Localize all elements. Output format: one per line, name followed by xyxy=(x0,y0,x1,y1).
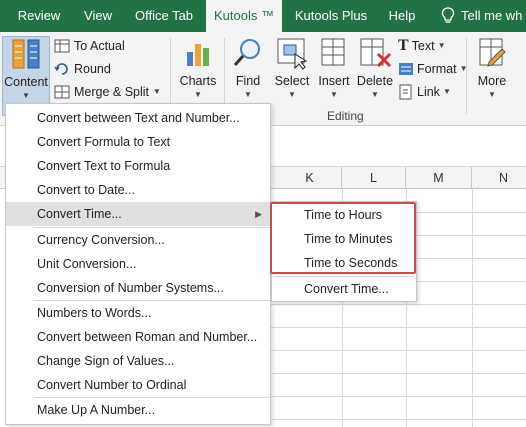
grid-line xyxy=(270,304,526,305)
select-icon xyxy=(277,38,308,70)
chevron-down-icon: ▼ xyxy=(153,87,161,96)
tell-me-search[interactable]: Tell me wh xyxy=(441,0,522,32)
delete-button[interactable]: Delete ▼ xyxy=(355,36,395,116)
chevron-down-icon: ▼ xyxy=(437,41,446,50)
menu-item-convert-to-date[interactable]: Convert to Date... xyxy=(6,178,270,202)
menu-item-currency-conversion[interactable]: Currency Conversion... xyxy=(6,228,270,252)
format-label: Format xyxy=(417,62,457,76)
grid-line xyxy=(270,350,526,351)
merge-split-label: Merge & Split xyxy=(74,85,150,99)
ribbon-tab-bar: Review View Office Tab Kutools ™ Kutools… xyxy=(0,0,526,32)
text-icon: T xyxy=(398,37,409,54)
menu-item-convert-text-to-formula[interactable]: Convert Text to Formula xyxy=(6,154,270,178)
menu-item-convert-text-number[interactable]: Convert between Text and Number... xyxy=(6,106,270,130)
column-header-m[interactable]: M xyxy=(406,167,472,189)
grid-line xyxy=(270,396,526,397)
insert-label: Insert xyxy=(318,74,350,88)
format-button[interactable]: Format ▼ xyxy=(398,59,468,79)
chevron-down-icon: ▼ xyxy=(330,90,338,99)
ribbon-separator xyxy=(466,38,467,114)
tab-kutools-plus[interactable]: Kutools Plus xyxy=(286,0,376,32)
more-label: More xyxy=(477,74,507,88)
column-header-k[interactable]: K xyxy=(278,167,342,189)
to-actual-button[interactable]: To Actual xyxy=(54,36,125,56)
select-button[interactable]: Select ▼ xyxy=(272,36,312,116)
submenu-item-convert-time[interactable]: Convert Time... xyxy=(272,277,416,301)
content-icon xyxy=(12,39,40,69)
menu-item-roman-number[interactable]: Convert between Roman and Number... xyxy=(6,325,270,349)
column-header-n[interactable]: N xyxy=(472,167,526,189)
magnifier-icon xyxy=(233,39,260,66)
tab-office-tab[interactable]: Office Tab xyxy=(124,0,204,32)
grid-line xyxy=(270,373,526,374)
more-button[interactable]: More ▼ xyxy=(472,36,512,116)
merge-split-icon xyxy=(54,85,70,99)
menu-item-change-sign[interactable]: Change Sign of Values... xyxy=(6,349,270,373)
format-icon xyxy=(399,63,413,75)
charts-icon xyxy=(187,44,209,66)
round-icon xyxy=(54,63,68,75)
find-label: Find xyxy=(235,74,261,88)
chevron-down-icon: ▼ xyxy=(371,90,379,99)
more-icon xyxy=(479,38,506,67)
insert-icon xyxy=(321,38,345,66)
chevron-down-icon: ▼ xyxy=(244,90,252,99)
to-actual-label: To Actual xyxy=(74,39,125,53)
chevron-right-icon: ▶ xyxy=(255,209,262,219)
content-label: Content xyxy=(4,75,48,89)
editing-group-label: Editing xyxy=(327,109,364,123)
insert-button[interactable]: Insert ▼ xyxy=(314,36,354,116)
grid-line xyxy=(270,327,526,328)
text-button[interactable]: T Text ▼ xyxy=(398,36,446,56)
lightbulb-icon xyxy=(441,7,455,23)
charts-label: Charts xyxy=(179,74,217,88)
grid-line xyxy=(270,419,526,420)
highlight-box xyxy=(270,202,416,274)
menu-item-unit-conversion[interactable]: Unit Conversion... xyxy=(6,252,270,276)
link-label: Link xyxy=(417,85,440,99)
menu-item-number-to-ordinal[interactable]: Convert Number to Ordinal xyxy=(6,373,270,397)
grid-line xyxy=(472,189,473,427)
tab-review[interactable]: Review xyxy=(0,0,78,32)
chevron-down-icon: ▼ xyxy=(288,90,296,99)
content-dropdown-menu: Convert between Text and Number... Conve… xyxy=(5,103,271,425)
round-button[interactable]: Round xyxy=(54,59,111,79)
tell-me-label: Tell me wh xyxy=(461,8,523,23)
delete-label: Delete xyxy=(356,74,394,88)
round-label: Round xyxy=(74,62,111,76)
chevron-down-icon: ▼ xyxy=(194,90,202,99)
chevron-down-icon: ▼ xyxy=(22,91,30,100)
tab-kutools[interactable]: Kutools ™ xyxy=(206,0,282,32)
delete-icon xyxy=(360,38,392,68)
merge-split-button[interactable]: Merge & Split ▼ xyxy=(54,82,161,102)
menu-item-make-up-number[interactable]: Make Up A Number... xyxy=(6,398,270,422)
menu-item-convert-formula-to-text[interactable]: Convert Formula to Text xyxy=(6,130,270,154)
menu-item-convert-time-label: Convert Time... xyxy=(37,207,122,221)
menu-item-convert-time[interactable]: Convert Time... ▶ xyxy=(6,202,270,226)
menu-item-number-systems[interactable]: Conversion of Number Systems... xyxy=(6,276,270,300)
link-icon xyxy=(399,84,412,100)
chevron-down-icon: ▼ xyxy=(442,87,451,96)
tab-help[interactable]: Help xyxy=(380,0,424,32)
chevron-down-icon: ▼ xyxy=(488,90,496,99)
menu-item-numbers-to-words[interactable]: Numbers to Words... xyxy=(6,301,270,325)
select-label: Select xyxy=(274,74,310,88)
column-header-l[interactable]: L xyxy=(342,167,406,189)
link-button[interactable]: Link ▼ xyxy=(398,82,451,102)
to-actual-icon xyxy=(54,39,70,53)
text-label: Text xyxy=(411,39,435,53)
tab-view[interactable]: View xyxy=(78,0,118,32)
